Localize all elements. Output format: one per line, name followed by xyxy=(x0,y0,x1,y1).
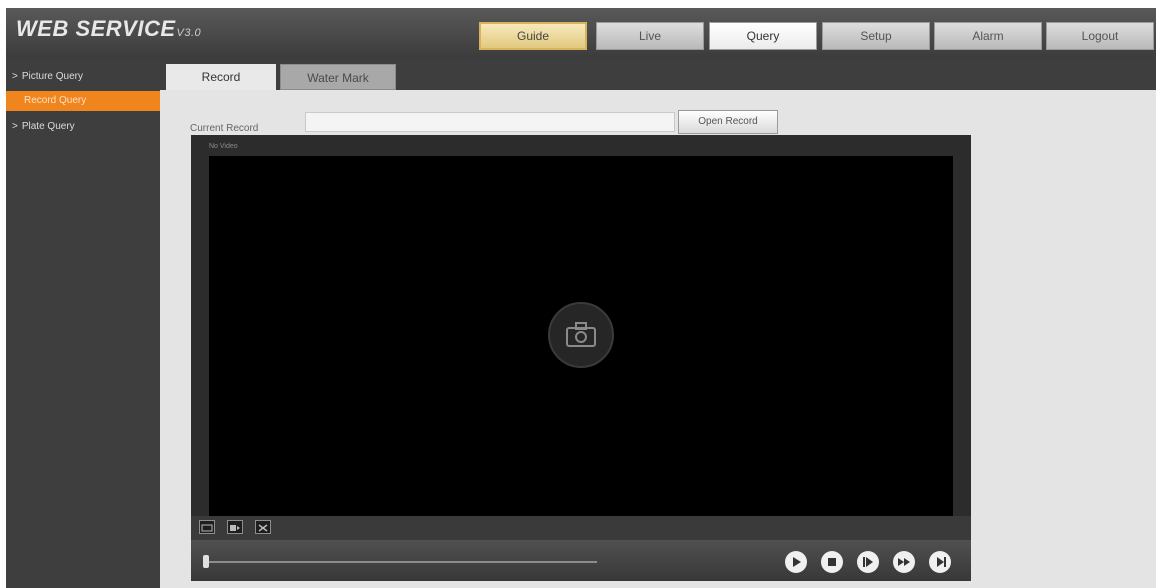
open-record-button[interactable]: Open Record xyxy=(678,110,778,134)
sidebar-item-label: Record Query xyxy=(24,95,87,106)
step-forward-icon[interactable] xyxy=(857,551,879,573)
main-content: Current Record Open Record No Video xyxy=(160,90,1156,588)
fullscreen-icon[interactable] xyxy=(255,520,271,534)
playback-controls xyxy=(191,540,971,581)
sidebar: > Picture Query Record Query > Plate Query xyxy=(6,58,160,588)
sidebar-item-plate-query[interactable]: > Plate Query xyxy=(6,117,160,137)
video-player: No Video xyxy=(191,135,971,581)
clip-icon[interactable] xyxy=(227,520,243,534)
tab-guide[interactable]: Guide xyxy=(479,22,587,50)
stop-icon[interactable] xyxy=(821,551,843,573)
sidebar-item-picture-query[interactable]: > Picture Query xyxy=(6,67,160,87)
logo-version: V3.0 xyxy=(176,27,202,39)
player-toolbar xyxy=(191,516,971,540)
sidebar-item-record-query[interactable]: Record Query xyxy=(6,91,160,111)
subtab-record[interactable]: Record xyxy=(166,64,276,90)
fast-forward-icon[interactable] xyxy=(893,551,915,573)
camera-icon xyxy=(548,302,614,368)
tab-setup[interactable]: Setup xyxy=(822,22,930,50)
tab-query[interactable]: Query xyxy=(709,22,817,50)
subtab-bar: Record Water Mark xyxy=(160,58,1156,90)
logo-text: WEB SERVICE xyxy=(16,16,176,41)
progress-handle[interactable] xyxy=(203,555,209,568)
sidebar-item-label: Plate Query xyxy=(21,121,75,132)
progress-slider[interactable] xyxy=(203,555,597,568)
tab-logout[interactable]: Logout xyxy=(1046,22,1154,50)
play-icon[interactable] xyxy=(785,551,807,573)
logo: WEB SERVICEV3.0 xyxy=(16,16,201,42)
video-status-text: No Video xyxy=(209,143,238,150)
app-window: WEB SERVICEV3.0 Guide Live Query Setup A… xyxy=(6,8,1156,588)
tab-live[interactable]: Live xyxy=(596,22,704,50)
chevron-right-icon: > xyxy=(12,71,18,82)
screenshot-icon[interactable] xyxy=(199,520,215,534)
tab-alarm[interactable]: Alarm xyxy=(934,22,1042,50)
current-record-field[interactable] xyxy=(305,112,675,132)
current-record-label: Current Record xyxy=(190,123,259,134)
top-header: WEB SERVICEV3.0 Guide Live Query Setup A… xyxy=(6,8,1156,58)
sidebar-item-label: Picture Query xyxy=(21,71,83,82)
subtab-water-mark[interactable]: Water Mark xyxy=(280,64,396,90)
video-area[interactable] xyxy=(209,156,953,516)
chevron-right-icon: > xyxy=(12,121,18,132)
slow-icon[interactable] xyxy=(929,551,951,573)
